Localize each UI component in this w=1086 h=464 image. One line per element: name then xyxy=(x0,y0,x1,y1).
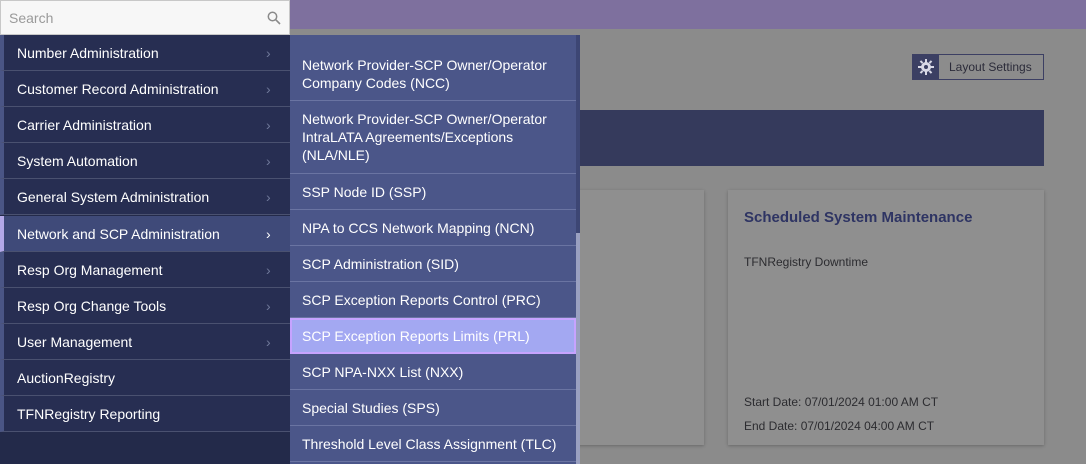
menu-item-label: Resp Org Management xyxy=(17,261,163,278)
menu-item-customer-record-administration[interactable]: Customer Record Administration › xyxy=(0,71,290,107)
submenu-item-prl[interactable]: SCP Exception Reports Limits (PRL) xyxy=(290,318,576,354)
chevron-right-icon: › xyxy=(266,225,271,242)
submenu-item-label: Threshold Level Class Assignment (TLC) xyxy=(302,435,557,452)
dashboard-card xyxy=(560,190,704,445)
maintenance-card: Scheduled System Maintenance TFNRegistry… xyxy=(728,190,1044,445)
submenu-item-nla-nle[interactable]: Network Provider-SCP Owner/Operator Intr… xyxy=(290,101,576,174)
menu-item-resp-org-management[interactable]: Resp Org Management › xyxy=(0,252,290,288)
submenu-item-label: SCP Exception Reports Limits (PRL) xyxy=(302,327,530,344)
menu-item-number-administration[interactable]: Number Administration › xyxy=(0,35,290,71)
submenu-item-sps[interactable]: Special Studies (SPS) xyxy=(290,390,576,426)
maintenance-title: Scheduled System Maintenance xyxy=(744,209,973,226)
submenu-item-nxx[interactable]: SCP NPA-NXX List (NXX) xyxy=(290,354,576,390)
submenu-item-label: Special Studies (SPS) xyxy=(302,399,440,416)
submenu-item-label: SSP Node ID (SSP) xyxy=(302,183,427,200)
chevron-right-icon: › xyxy=(266,261,271,278)
chevron-right-icon: › xyxy=(266,297,271,314)
submenu-item-prc[interactable]: SCP Exception Reports Control (PRC) xyxy=(290,282,576,318)
submenu-scrollbar-thumb[interactable] xyxy=(576,233,580,464)
search-icon[interactable] xyxy=(267,11,281,25)
maintenance-end-date: End Date: 07/01/2024 04:00 AM CT xyxy=(744,419,935,433)
menu-item-label: Resp Org Change Tools xyxy=(17,297,167,314)
main-nav-menu: Number Administration › Customer Record … xyxy=(0,35,290,464)
menu-item-tfnregistry-reporting[interactable]: TFNRegistry Reporting xyxy=(0,396,290,432)
dashboard-banner xyxy=(560,110,1044,166)
menu-item-label: Carrier Administration xyxy=(17,116,152,133)
menu-item-resp-org-change-tools[interactable]: Resp Org Change Tools › xyxy=(0,288,290,324)
menu-item-network-and-scp-administration[interactable]: Network and SCP Administration › xyxy=(0,216,290,252)
menu-item-label: TFNRegistry Reporting xyxy=(17,405,161,422)
menu-item-carrier-administration[interactable]: Carrier Administration › xyxy=(0,107,290,143)
submenu-item-ncc[interactable]: Network Provider-SCP Owner/Operator Comp… xyxy=(290,47,576,101)
network-scp-submenu: Network Provider-SCP Owner/Operator Comp… xyxy=(290,35,580,464)
menu-item-auctionregistry[interactable]: AuctionRegistry xyxy=(0,360,290,396)
submenu-item-ncn[interactable]: NPA to CCS Network Mapping (NCN) xyxy=(290,210,576,246)
submenu-item-ssp[interactable]: SSP Node ID (SSP) xyxy=(290,174,576,210)
menu-item-label: System Automation xyxy=(17,152,138,169)
menu-item-label: General System Administration xyxy=(17,188,210,205)
search-input[interactable] xyxy=(1,1,256,34)
maintenance-subtitle: TFNRegistry Downtime xyxy=(744,255,869,269)
submenu-item-label: SCP Exception Reports Control (PRC) xyxy=(302,291,541,308)
chevron-right-icon: › xyxy=(266,152,271,169)
layout-settings-label: Layout Settings xyxy=(949,60,1032,74)
submenu-item-label: Network Provider-SCP Owner/Operator Comp… xyxy=(302,56,547,91)
chevron-right-icon: › xyxy=(266,44,271,61)
submenu-item-label: SCP Administration (SID) xyxy=(302,255,459,272)
menu-item-label: User Management xyxy=(17,333,133,350)
layout-settings-button[interactable]: Layout Settings xyxy=(912,54,1044,80)
search-box xyxy=(0,0,290,35)
menu-item-label: Number Administration xyxy=(17,44,159,61)
submenu-scrolled-item xyxy=(290,35,576,41)
maintenance-start-date: Start Date: 07/01/2024 01:00 AM CT xyxy=(744,395,939,409)
chevron-right-icon: › xyxy=(266,333,271,350)
gear-icon xyxy=(913,55,939,79)
submenu-item-sid[interactable]: SCP Administration (SID) xyxy=(290,246,576,282)
submenu-item-label: Network Provider-SCP Owner/Operator Intr… xyxy=(302,111,547,163)
menu-item-label: Network and SCP Administration xyxy=(17,225,220,242)
submenu-item-tlc[interactable]: Threshold Level Class Assignment (TLC) xyxy=(290,426,576,462)
menu-item-user-management[interactable]: User Management › xyxy=(0,324,290,360)
menu-item-label: Customer Record Administration xyxy=(17,80,219,97)
menu-item-label: AuctionRegistry xyxy=(17,369,116,386)
chevron-right-icon: › xyxy=(266,188,271,205)
menu-item-system-automation[interactable]: System Automation › xyxy=(0,143,290,179)
submenu-item-label: NPA to CCS Network Mapping (NCN) xyxy=(302,219,535,236)
chevron-right-icon: › xyxy=(266,80,271,97)
menu-item-general-system-administration[interactable]: General System Administration › xyxy=(0,179,290,215)
chevron-right-icon: › xyxy=(266,116,271,133)
submenu-item-label: SCP NPA-NXX List (NXX) xyxy=(302,363,464,380)
